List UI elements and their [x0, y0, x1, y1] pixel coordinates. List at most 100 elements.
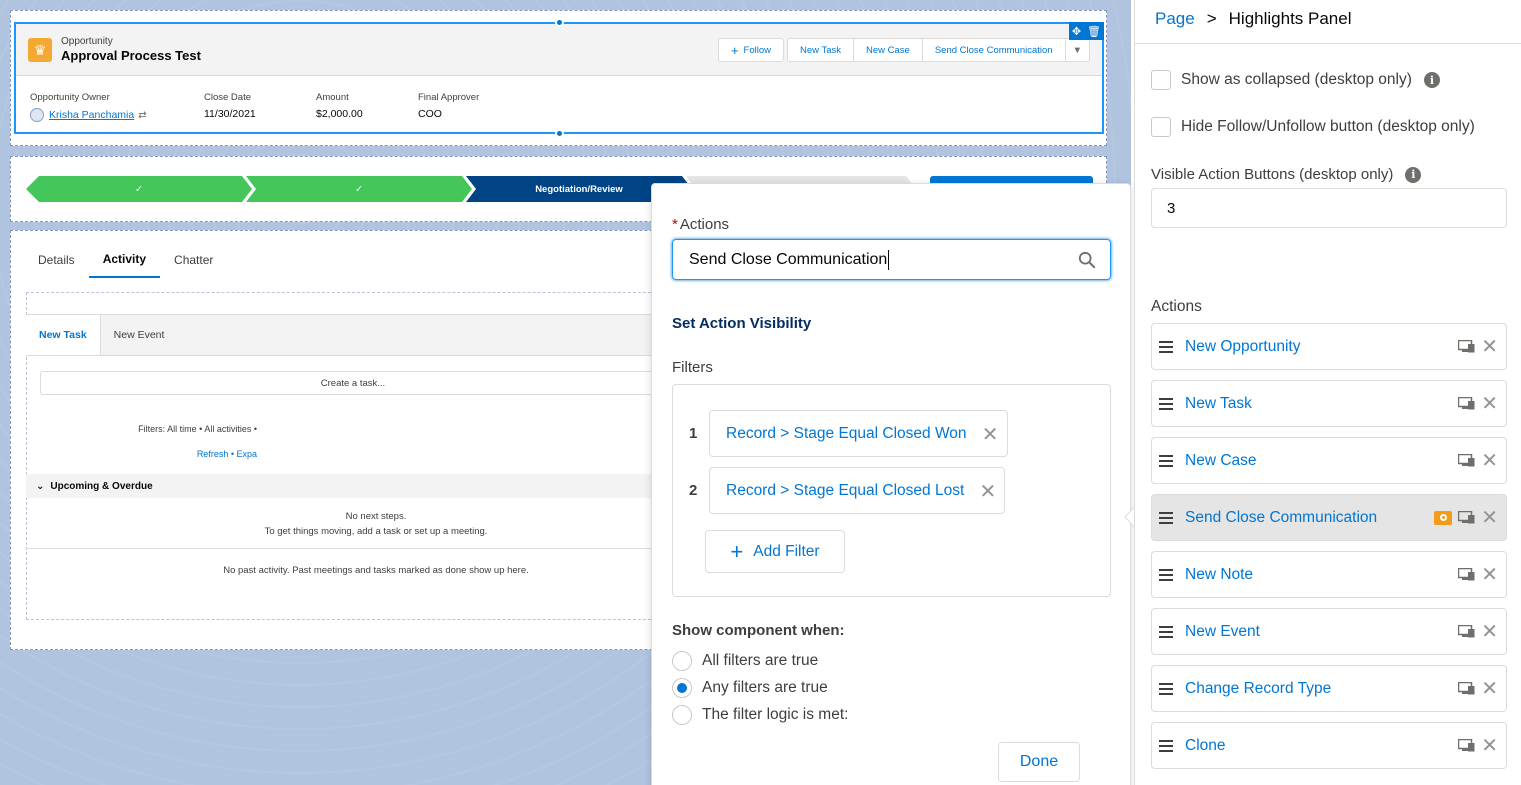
- drag-handle-icon[interactable]: [1159, 340, 1173, 353]
- create-task-input[interactable]: Create a task...: [40, 371, 666, 395]
- selection-toolbar: ✥ 🗑: [1068, 22, 1104, 40]
- action-label[interactable]: Clone: [1185, 737, 1458, 755]
- action-label[interactable]: New Note: [1185, 566, 1458, 584]
- new-case-button[interactable]: New Case: [853, 38, 923, 62]
- drag-handle-icon[interactable]: [1159, 568, 1173, 581]
- filters-label: Filters: [672, 359, 713, 376]
- show-collapsed-checkbox[interactable]: [1151, 70, 1171, 90]
- breadcrumb-current: Highlights Panel: [1228, 9, 1352, 28]
- close-icon[interactable]: ✕: [1481, 565, 1498, 585]
- upcoming-label: Upcoming & Overdue: [50, 480, 153, 492]
- close-icon[interactable]: ✕: [1481, 337, 1498, 357]
- publisher-tabs: New Task New Event: [26, 314, 666, 356]
- filter-pill[interactable]: Record > Stage Equal Closed Won ✕: [709, 410, 1008, 457]
- change-owner-icon[interactable]: ⇄: [138, 110, 146, 121]
- action-list-item[interactable]: New Note ✕: [1151, 551, 1507, 598]
- field-amount: Amount $2,000.00: [316, 92, 418, 122]
- property-panel: Page > Highlights Panel Show as collapse…: [1134, 0, 1521, 785]
- actions-list-label: Actions: [1151, 298, 1202, 315]
- radio-any-filters[interactable]: Any filters are true: [672, 678, 828, 698]
- device-icon: [1457, 510, 1475, 524]
- action-list-item[interactable]: New Event ✕: [1151, 608, 1507, 655]
- refresh-expand-links[interactable]: Refresh • Expa: [197, 449, 257, 459]
- visible-action-buttons-text: Visible Action Buttons (desktop only): [1151, 166, 1394, 183]
- hide-follow-checkbox[interactable]: [1151, 117, 1171, 137]
- radio-label: The filter logic is met:: [702, 706, 849, 723]
- visible-action-buttons-input[interactable]: 3: [1151, 188, 1507, 228]
- close-icon[interactable]: ✕: [1481, 622, 1498, 642]
- tab-details[interactable]: Details: [24, 242, 89, 278]
- action-list-item[interactable]: New Opportunity ✕: [1151, 323, 1507, 370]
- more-actions-button[interactable]: ▼: [1064, 38, 1090, 62]
- send-close-communication-button[interactable]: Send Close Communication: [921, 38, 1066, 62]
- new-task-button[interactable]: New Task: [786, 38, 854, 62]
- plus-icon: +: [730, 538, 744, 564]
- action-label[interactable]: Change Record Type: [1185, 680, 1458, 698]
- show-collapsed-option[interactable]: Show as collapsed (desktop only) i: [1151, 70, 1440, 90]
- close-icon[interactable]: ✕: [1481, 736, 1498, 756]
- action-list-item[interactable]: New Case ✕: [1151, 437, 1507, 484]
- insert-handle-top[interactable]: [555, 18, 564, 27]
- radio-button[interactable]: [672, 705, 692, 725]
- info-icon[interactable]: i: [1405, 166, 1422, 183]
- move-icon[interactable]: ✥: [1072, 25, 1081, 38]
- drag-handle-icon[interactable]: [1159, 454, 1173, 467]
- close-icon[interactable]: ✕: [979, 479, 996, 504]
- drag-handle-icon[interactable]: [1159, 682, 1173, 695]
- radio-all-filters[interactable]: All filters are true: [672, 651, 818, 671]
- search-icon[interactable]: [1078, 251, 1096, 269]
- drag-handle-icon[interactable]: [1159, 739, 1173, 752]
- filter-pill[interactable]: Record > Stage Equal Closed Lost ✕: [709, 467, 1006, 514]
- close-icon[interactable]: ✕: [1481, 508, 1498, 528]
- action-list-item[interactable]: New Task ✕: [1151, 380, 1507, 427]
- path-stage-complete[interactable]: ✓: [246, 176, 472, 202]
- drag-handle-icon[interactable]: [1159, 625, 1173, 638]
- chevron-down-icon: ▼: [1072, 44, 1082, 56]
- actions-label: Actions: [679, 216, 730, 233]
- add-filter-button[interactable]: + Add Filter: [705, 530, 845, 573]
- divider: [1135, 43, 1521, 44]
- close-icon[interactable]: ✕: [1481, 679, 1498, 699]
- action-label[interactable]: New Opportunity: [1185, 338, 1458, 356]
- close-icon[interactable]: ✕: [982, 422, 999, 447]
- done-button[interactable]: Done: [998, 742, 1080, 782]
- radio-button[interactable]: [672, 651, 692, 671]
- path-stage-complete[interactable]: ✓: [26, 176, 252, 202]
- actions-search-input[interactable]: Send Close Communication: [672, 239, 1111, 280]
- show-component-when-label: Show component when:: [672, 622, 845, 639]
- upcoming-overdue-header[interactable]: ⌄ Upcoming & Overdue: [26, 474, 666, 498]
- text-cursor: [888, 249, 890, 270]
- action-list-item[interactable]: Change Record Type ✕: [1151, 665, 1507, 712]
- field-owner: Opportunity Owner Krisha Panchamia ⇄: [30, 92, 204, 122]
- action-label[interactable]: New Case: [1185, 452, 1458, 470]
- record-title: Approval Process Test: [61, 48, 201, 63]
- radio-filter-logic[interactable]: The filter logic is met:: [672, 705, 848, 725]
- action-list-item[interactable]: Clone ✕: [1151, 722, 1507, 769]
- tab-chatter[interactable]: Chatter: [160, 242, 227, 278]
- next-steps-line: To get things moving, add a task or set …: [264, 526, 488, 537]
- hide-follow-option[interactable]: Hide Follow/Unfollow button (desktop onl…: [1151, 117, 1475, 137]
- radio-button[interactable]: [672, 678, 692, 698]
- publisher-tab-new-event[interactable]: New Event: [101, 315, 178, 355]
- action-list-item[interactable]: Send Close Communication ✕: [1151, 494, 1507, 541]
- activity-filters-text[interactable]: Filters: All time • All activities •: [138, 424, 257, 434]
- close-icon[interactable]: ✕: [1481, 451, 1498, 471]
- action-label[interactable]: New Event: [1185, 623, 1458, 641]
- action-label[interactable]: Send Close Communication: [1185, 509, 1434, 527]
- filter-row: 1 Record > Stage Equal Closed Won ✕: [689, 410, 1008, 457]
- drag-handle-icon[interactable]: [1159, 511, 1173, 524]
- drag-handle-icon[interactable]: [1159, 397, 1173, 410]
- publisher-tab-new-task[interactable]: New Task: [26, 315, 101, 355]
- action-label[interactable]: New Task: [1185, 395, 1458, 413]
- highlights-panel-selected[interactable]: ♛ Opportunity Approval Process Test + Fol…: [14, 22, 1104, 134]
- close-icon[interactable]: ✕: [1481, 394, 1498, 414]
- breadcrumb-page-link[interactable]: Page: [1155, 9, 1195, 29]
- insert-handle-bottom[interactable]: [555, 129, 564, 138]
- trash-icon[interactable]: 🗑: [1087, 25, 1101, 38]
- field-value: $2,000.00: [316, 108, 363, 120]
- info-icon[interactable]: i: [1423, 72, 1440, 88]
- owner-link[interactable]: Krisha Panchamia: [49, 109, 134, 121]
- follow-button[interactable]: + Follow: [717, 38, 784, 62]
- tab-activity[interactable]: Activity: [88, 242, 161, 278]
- next-steps-line: No next steps.: [345, 511, 407, 522]
